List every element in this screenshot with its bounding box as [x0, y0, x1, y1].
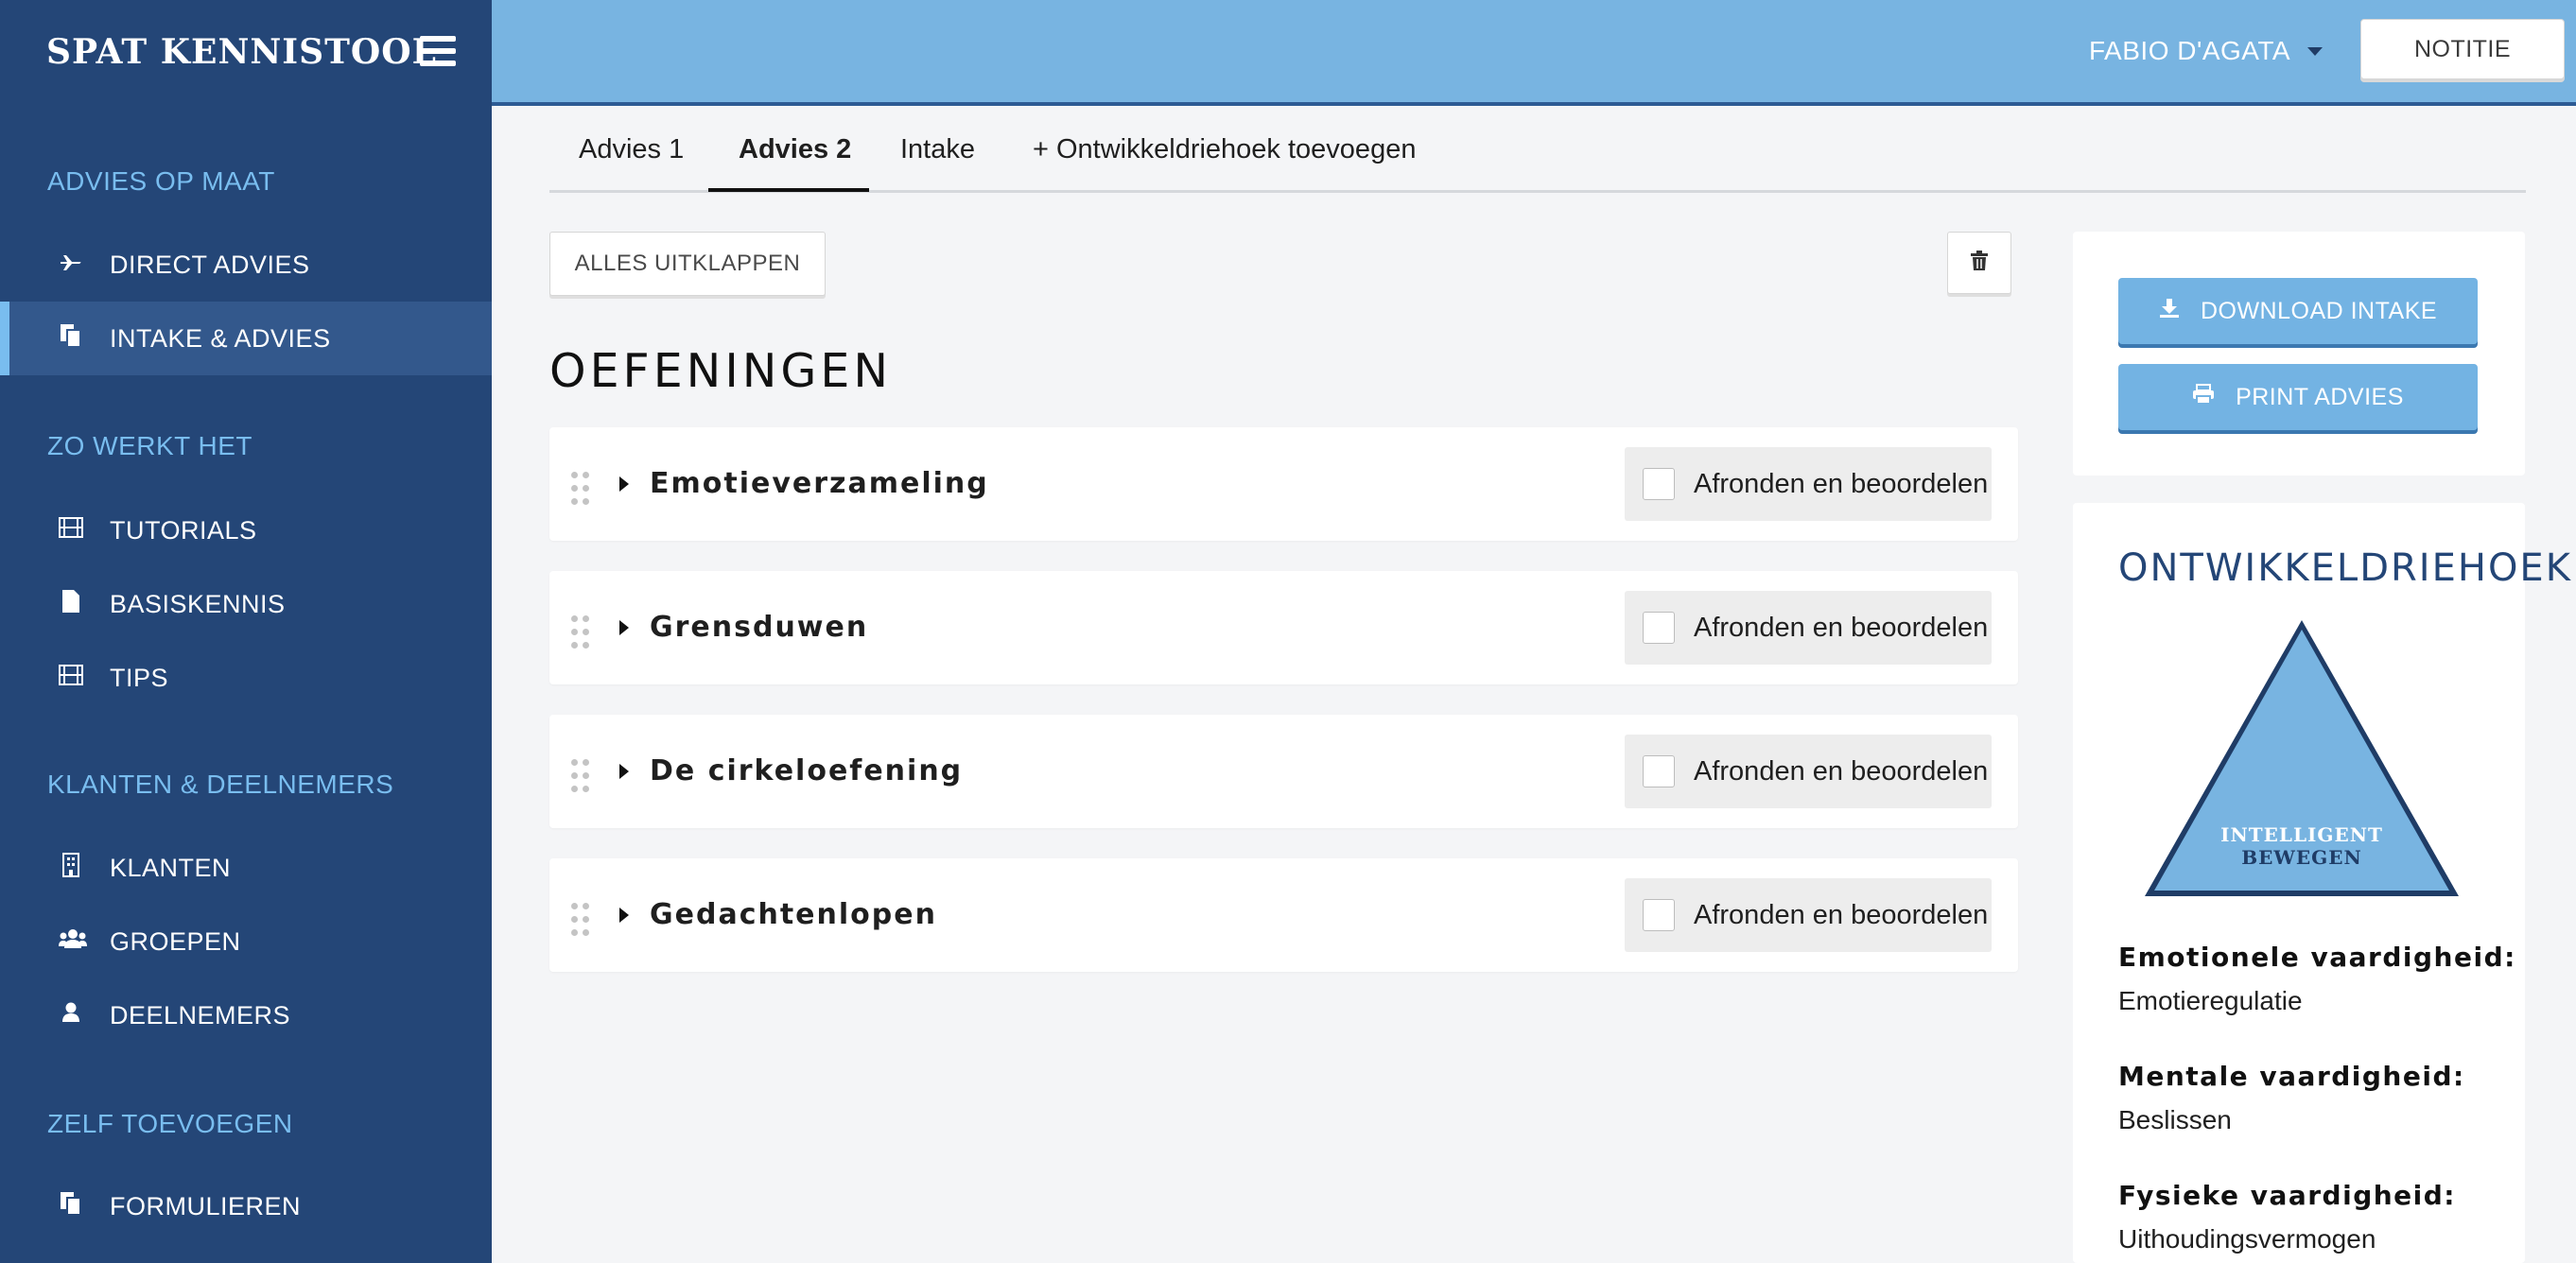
tab-add-ontwikkeldriehoek[interactable]: + Ontwikkeldriehoek toevoegen [1033, 134, 1416, 165]
user-icon [59, 1002, 83, 1029]
chevron-down-icon[interactable] [2307, 47, 2323, 56]
sidebar-item-label: TIPS [110, 663, 169, 692]
sidebar-item-label: DIRECT ADVIES [110, 250, 310, 279]
exercise-title[interactable]: Emotieverzameling [650, 467, 989, 500]
section-title-klanten: KLANTEN & DEELNEMERS [47, 770, 394, 799]
sidebar-item-label: INTAKE & ADVIES [110, 323, 331, 353]
sidebar-item-basiskennis[interactable]: BASISKENNIS [0, 567, 492, 641]
physical-skill-label: Fysieke vaardigheid: [2118, 1180, 2457, 1211]
actions-card: DOWNLOAD INTAKE PRINT ADVIES [2073, 232, 2525, 476]
emotional-skill: Emotionele vaardigheid: Emotieregulatie [2118, 942, 2516, 1016]
film-icon [59, 517, 83, 544]
sidebar-item-label: GROEPEN [110, 926, 241, 956]
sidebar-item-label: DEELNEMERS [110, 1000, 291, 1029]
sidebar-item-klanten[interactable]: KLANTEN [0, 831, 492, 905]
plane-icon [59, 251, 83, 278]
finish-checkbox[interactable]: Afronden en beoordelen [1625, 447, 1992, 521]
brand-logo[interactable]: SPAT KENNISTOOL [46, 32, 437, 72]
caret-right-icon[interactable] [619, 620, 629, 635]
sidebar-item-groepen[interactable]: GROEPEN [0, 905, 492, 978]
sidebar-item-deelnemers[interactable]: DEELNEMERS [0, 978, 492, 1052]
emotional-skill-value: Emotieregulatie [2118, 986, 2303, 1015]
sidebar-item-formulieren[interactable]: FORMULIEREN [0, 1169, 492, 1243]
download-icon [2159, 298, 2180, 324]
physical-skill: Fysieke vaardigheid: Uithoudingsvermogen [2118, 1180, 2456, 1254]
sidebar-item-tips[interactable]: TIPS [0, 641, 492, 715]
exercise-title[interactable]: De cirkeloefening [650, 754, 963, 787]
section-title-advies: ADVIES OP MAAT [47, 166, 275, 196]
exercise-item[interactable]: Gedachtenlopen Afronden en beoordelen [549, 858, 2018, 972]
alles-uitklappen-button[interactable]: ALLES UITKLAPPEN [549, 232, 826, 296]
user-menu[interactable]: FABIO D'AGATA [2089, 36, 2290, 66]
exercise-item[interactable]: De cirkeloefening Afronden en beoordelen [549, 715, 2018, 828]
drag-handle-icon[interactable] [571, 615, 590, 649]
sidebar-item-direct-advies[interactable]: DIRECT ADVIES [0, 228, 492, 302]
ontwikkeldriehoek-triangle: INTELLIGENT BEWEGEN [2145, 620, 2459, 896]
drag-handle-icon[interactable] [571, 472, 590, 506]
checkbox[interactable] [1643, 468, 1675, 500]
topbar: FABIO D'AGATA NOTITIE [492, 0, 2576, 106]
exercise-item[interactable]: Grensduwen Afronden en beoordelen [549, 571, 2018, 684]
sidebar-item-label: FORMULIEREN [110, 1191, 302, 1220]
tab-advies-1[interactable]: Advies 1 [579, 134, 684, 165]
exercise-item[interactable]: Emotieverzameling Afronden en beoordelen [549, 427, 2018, 541]
hamburger-menu-icon[interactable] [420, 36, 456, 66]
print-icon [2192, 384, 2215, 410]
sidebar-item-intake-advies[interactable]: INTAKE & ADVIES [0, 302, 492, 375]
mental-skill-value: Beslissen [2118, 1105, 2232, 1134]
print-advies-label: PRINT ADVIES [2236, 383, 2404, 410]
section-title-zelf: ZELF TOEVOEGEN [47, 1109, 293, 1138]
mental-skill: Mentale vaardigheid: Beslissen [2118, 1061, 2465, 1135]
drag-handle-icon[interactable] [571, 903, 590, 937]
triangle-text-line1: INTELLIGENT [2220, 823, 2383, 846]
finish-label: Afronden en beoordelen [1694, 612, 1989, 643]
checkbox[interactable] [1643, 755, 1675, 787]
building-icon [59, 853, 83, 883]
sidebar-item-label: KLANTEN [110, 853, 232, 882]
download-intake-button[interactable]: DOWNLOAD INTAKE [2118, 278, 2478, 344]
finish-checkbox[interactable]: Afronden en beoordelen [1625, 878, 1992, 952]
sidebar-item-tutorials[interactable]: TUTORIALS [0, 493, 492, 567]
tab-intake[interactable]: Intake [900, 134, 975, 165]
oefeningen-heading: OEFENINGEN [549, 344, 893, 398]
ontwikkeldriehoek-card: ONTWIKKELDRIEHOEK INTELLIGENT BEWEGEN Em… [2073, 503, 2570, 1263]
sidebar: SPAT KENNISTOOL ADVIES OP MAAT DIRECT AD… [0, 0, 492, 1263]
finish-checkbox[interactable]: Afronden en beoordelen [1625, 735, 1992, 808]
emotional-skill-label: Emotionele vaardigheid: [2118, 942, 2516, 973]
trash-icon [1971, 250, 1988, 276]
active-tab-indicator [708, 188, 869, 192]
copy-icon [59, 1191, 83, 1221]
finish-checkbox[interactable]: Afronden en beoordelen [1625, 591, 1992, 665]
triangle-text-line2: BEWEGEN [2241, 846, 2361, 869]
sidebar-item-label: BASISKENNIS [110, 589, 286, 618]
exercise-title[interactable]: Gedachtenlopen [650, 898, 937, 931]
checkbox[interactable] [1643, 612, 1675, 644]
tab-advies-2[interactable]: Advies 2 [739, 134, 851, 165]
users-icon [59, 928, 87, 955]
print-advies-button[interactable]: PRINT ADVIES [2118, 364, 2478, 430]
checkbox[interactable] [1643, 899, 1675, 931]
mental-skill-label: Mentale vaardigheid: [2118, 1061, 2465, 1092]
file-icon [59, 589, 83, 619]
sidebar-item-label: TUTORIALS [110, 515, 257, 545]
caret-right-icon[interactable] [619, 476, 629, 492]
film-icon [59, 665, 83, 691]
drag-handle-icon[interactable] [571, 759, 590, 793]
caret-right-icon[interactable] [619, 764, 629, 779]
tab-bar: Advies 1 Advies 2 Intake + Ontwikkeldrie… [549, 117, 2526, 193]
notitie-button[interactable]: NOTITIE [2360, 19, 2565, 79]
finish-label: Afronden en beoordelen [1694, 755, 1989, 787]
exercise-title[interactable]: Grensduwen [650, 611, 868, 644]
caret-right-icon[interactable] [619, 908, 629, 923]
ontwikkeldriehoek-title: ONTWIKKELDRIEHOEK [2118, 546, 2572, 590]
copy-icon [59, 323, 83, 354]
finish-label: Afronden en beoordelen [1694, 468, 1989, 499]
finish-label: Afronden en beoordelen [1694, 899, 1989, 930]
section-title-werkt: ZO WERKT HET [47, 431, 253, 460]
physical-skill-value: Uithoudingsvermogen [2118, 1224, 2376, 1254]
delete-button[interactable] [1947, 232, 2011, 294]
download-intake-label: DOWNLOAD INTAKE [2200, 297, 2438, 324]
